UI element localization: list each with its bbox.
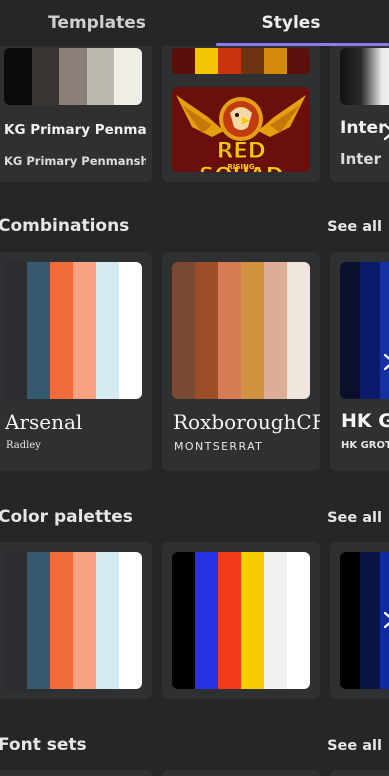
section-title-color-palettes: Color palettes <box>0 507 133 527</box>
color-swatch <box>119 262 142 399</box>
color-swatch-strip <box>4 552 142 689</box>
color-swatch <box>27 552 50 689</box>
combination-card-roxborough[interactable]: RoxboroughCF MONTSERRAT <box>162 252 320 471</box>
chevron-right-icon <box>383 611 389 629</box>
color-swatch <box>31 48 60 105</box>
scroll-right-button[interactable] <box>378 342 389 382</box>
color-swatch <box>287 48 310 74</box>
color-swatch <box>241 552 264 689</box>
color-swatch <box>195 262 218 399</box>
tab-bar: Templates Styles <box>0 0 389 46</box>
tab-templates[interactable]: Templates <box>0 0 194 46</box>
section-title-font-sets: Font sets <box>0 735 87 755</box>
font-set-card-3[interactable] <box>330 770 389 776</box>
color-swatch <box>4 552 27 689</box>
color-swatch <box>114 48 142 105</box>
chevron-right-icon <box>383 353 389 371</box>
palette-card-3[interactable] <box>330 542 389 699</box>
color-swatch <box>340 262 360 399</box>
color-swatch <box>218 48 241 74</box>
color-swatch <box>287 552 310 689</box>
color-swatch <box>4 48 32 105</box>
color-swatch <box>4 262 27 399</box>
color-swatch <box>360 262 380 399</box>
color-swatch <box>86 48 115 105</box>
font-set-card-1[interactable] <box>0 770 152 776</box>
color-swatch <box>360 552 380 689</box>
color-swatch <box>218 552 241 689</box>
color-swatch <box>287 262 310 399</box>
color-swatch <box>264 48 287 74</box>
combination-card-arsenal[interactable]: Arsenal Radley <box>0 252 152 471</box>
see-all-color-palettes-link[interactable]: See all <box>327 510 382 526</box>
color-swatch <box>96 262 119 399</box>
logo-subtext: RISING <box>227 163 255 171</box>
color-swatch <box>172 48 195 74</box>
color-swatch <box>73 262 96 399</box>
see-all-font-sets-link[interactable]: See all <box>327 738 382 754</box>
combination-heading: HK Grotesk <box>341 410 389 432</box>
color-swatch <box>241 48 264 74</box>
color-swatch <box>264 262 287 399</box>
combination-heading: Arsenal <box>5 410 83 434</box>
color-swatch-strip <box>172 48 310 74</box>
tab-styles[interactable]: Styles <box>194 0 388 46</box>
color-swatch <box>50 262 73 399</box>
color-swatch <box>73 552 96 689</box>
font-secondary-label: KG Primary Penmanship <box>4 154 146 168</box>
palette-card-1[interactable] <box>0 542 152 699</box>
color-swatch <box>218 262 241 399</box>
color-swatch <box>195 552 218 689</box>
color-swatch-strip <box>4 262 142 399</box>
color-swatch <box>96 552 119 689</box>
section-title-combinations: Combinations <box>0 216 130 236</box>
combination-subheading: HK GROTESK <box>341 440 389 451</box>
scroll-right-button[interactable] <box>378 600 389 640</box>
red-squad-logo: RED SQUAD RISING <box>172 87 310 172</box>
scroll-right-button[interactable] <box>378 112 389 152</box>
font-primary-label: KG Primary Penmanship <box>4 122 146 138</box>
see-all-combinations-link[interactable]: See all <box>327 219 382 235</box>
color-swatch <box>27 262 50 399</box>
color-swatch <box>172 552 195 689</box>
color-swatch-strip <box>340 48 389 105</box>
color-swatch <box>264 552 287 689</box>
style-card-inter[interactable]: Inter Inter <box>330 30 389 182</box>
chevron-right-icon <box>383 123 389 141</box>
color-swatch <box>172 262 195 399</box>
combination-card-hk-grotesk[interactable]: HK Grotesk HK GROTESK <box>330 252 389 471</box>
font-secondary-label: Inter <box>340 150 382 168</box>
style-card-kg-primary[interactable]: KG Primary Penmanship KG Primary Penmans… <box>0 30 152 182</box>
color-swatch-strip <box>4 48 142 105</box>
color-swatch <box>59 48 87 105</box>
color-swatch <box>195 48 218 74</box>
palette-card-2[interactable] <box>162 542 320 699</box>
active-tab-indicator <box>216 43 389 46</box>
style-card-red-squad[interactable]: RED SQUAD RISING <box>162 30 320 182</box>
color-swatch-strip <box>172 262 310 399</box>
color-swatch <box>340 552 360 689</box>
color-swatch <box>241 262 264 399</box>
color-swatch <box>119 552 142 689</box>
combination-subheading: Radley <box>6 440 41 451</box>
color-swatch <box>50 552 73 689</box>
font-set-card-2[interactable] <box>162 770 320 776</box>
combination-subheading: MONTSERRAT <box>174 440 264 453</box>
combination-heading: RoxboroughCF <box>173 410 320 434</box>
color-swatch-strip <box>172 552 310 689</box>
